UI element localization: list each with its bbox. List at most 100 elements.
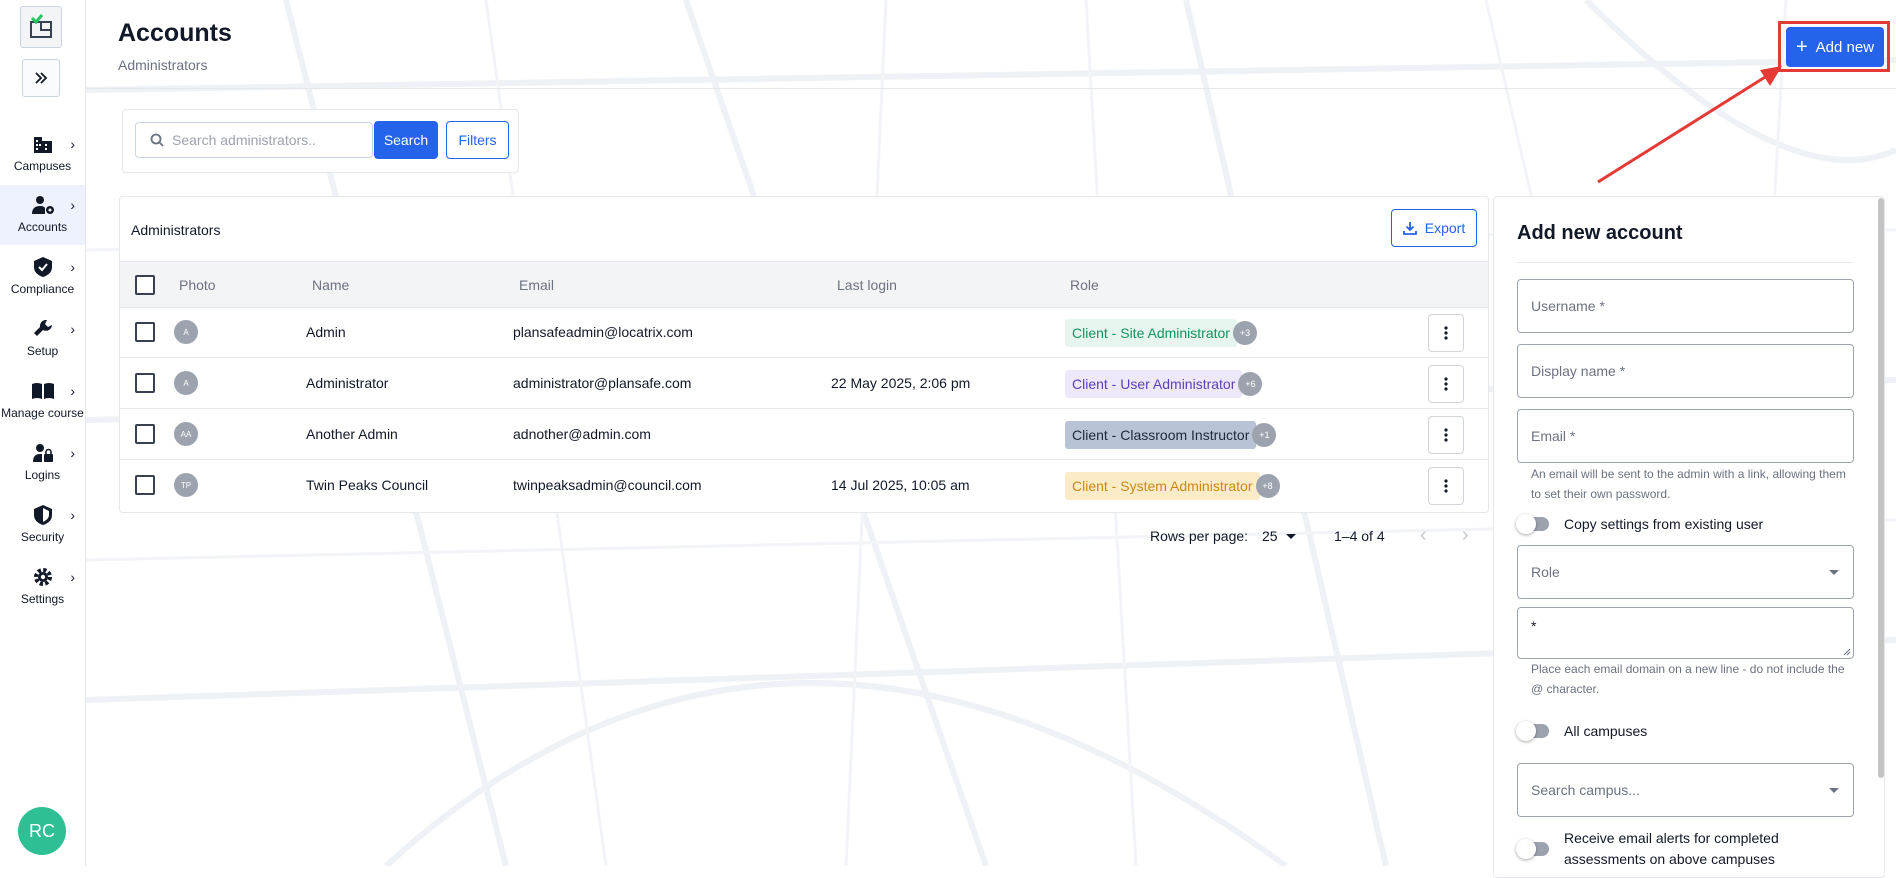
role-placeholder: Role xyxy=(1531,564,1560,580)
search-campus-placeholder: Search campus... xyxy=(1531,782,1640,798)
export-button[interactable]: Export xyxy=(1391,209,1477,247)
row-name: Another Admin xyxy=(306,426,398,442)
role-chip: Client - System Administrator xyxy=(1065,472,1260,500)
copy-settings-toggle[interactable] xyxy=(1516,514,1549,534)
row-last-login: 14 Jul 2025, 10:05 am xyxy=(831,477,970,493)
row-checkbox[interactable] xyxy=(135,424,155,444)
search-button[interactable]: Search xyxy=(374,121,438,159)
plus-icon: + xyxy=(1795,36,1808,58)
role-cell: Client - Site Administrator +3 xyxy=(1065,319,1257,347)
chevron-right-icon: › xyxy=(70,136,75,152)
sidebar-item-setup[interactable]: › Setup xyxy=(0,309,85,369)
chevron-right-icon: › xyxy=(70,569,75,585)
panel-scrollbar[interactable] xyxy=(1878,198,1884,778)
sidebar-item-security[interactable]: › Security xyxy=(0,495,85,555)
prev-page-icon[interactable]: ‹ xyxy=(1420,524,1427,547)
filters-button[interactable]: Filters xyxy=(446,121,509,159)
role-chip: Client - Site Administrator xyxy=(1065,319,1237,347)
select-all-checkbox[interactable] xyxy=(135,275,155,295)
avatar: AA xyxy=(174,422,198,446)
panel-title: Add new account xyxy=(1517,222,1683,244)
email-domains-textarea[interactable]: * xyxy=(1517,607,1854,659)
annotation-arrow xyxy=(1597,66,1782,184)
table-row[interactable]: AA Another Admin adnother@admin.com Clie… xyxy=(120,409,1488,460)
export-label: Export xyxy=(1424,220,1466,236)
row-name: Twin Peaks Council xyxy=(306,477,429,493)
more-vertical-icon xyxy=(1444,428,1448,442)
search-input[interactable]: Search administrators.. xyxy=(135,122,373,158)
sidebar-item-campuses[interactable]: › Campuses xyxy=(0,124,85,184)
sidebar-item-settings[interactable]: › Settings xyxy=(0,557,85,617)
avatar: A xyxy=(174,371,198,395)
row-actions-button[interactable] xyxy=(1428,416,1464,454)
avatar: A xyxy=(174,320,198,344)
column-role[interactable]: Role xyxy=(1070,277,1099,293)
building-icon xyxy=(33,137,52,153)
floorplan-logo-icon xyxy=(30,14,52,38)
table-title: Administrators xyxy=(131,222,221,238)
role-select[interactable]: Role xyxy=(1517,545,1854,599)
email-placeholder: Email * xyxy=(1531,428,1576,444)
sidebar: › Campuses › Accounts › Compliance › Set… xyxy=(0,0,86,866)
username-field[interactable]: Username * xyxy=(1517,279,1854,333)
rows-per-page-select[interactable]: 25 xyxy=(1262,528,1296,544)
email-alerts-toggle[interactable] xyxy=(1516,839,1549,859)
row-name: Admin xyxy=(306,324,346,340)
sidebar-item-logins[interactable]: › Logins xyxy=(0,433,85,493)
sidebar-item-label: Compliance xyxy=(10,282,75,296)
column-last-login[interactable]: Last login xyxy=(837,277,897,293)
role-chip: Client - User Administrator xyxy=(1065,370,1243,398)
add-new-button[interactable]: + Add new xyxy=(1786,27,1884,67)
caret-down-icon xyxy=(1829,788,1839,793)
app-logo[interactable] xyxy=(20,6,62,48)
row-checkbox[interactable] xyxy=(135,322,155,342)
rows-per-page-value: 25 xyxy=(1262,528,1278,544)
double-chevron-right-icon xyxy=(35,72,48,84)
role-more-badge[interactable]: +3 xyxy=(1232,321,1257,345)
search-panel: Search administrators.. Search Filters xyxy=(122,109,519,173)
search-campus-select[interactable]: Search campus... xyxy=(1517,763,1854,817)
chevron-right-icon: › xyxy=(70,445,75,461)
role-more-badge[interactable]: +8 xyxy=(1255,474,1280,498)
next-page-icon[interactable]: › xyxy=(1462,524,1469,547)
row-email: twinpeaksadmin@council.com xyxy=(513,477,702,493)
column-email[interactable]: Email xyxy=(519,277,554,293)
sidebar-item-label: Setup xyxy=(26,344,59,358)
role-cell: Client - System Administrator +8 xyxy=(1065,472,1280,500)
table-row[interactable]: A Administrator administrator@plansafe.c… xyxy=(120,358,1488,409)
row-checkbox[interactable] xyxy=(135,373,155,393)
user-avatar[interactable]: RC xyxy=(18,807,66,855)
display-name-placeholder: Display name * xyxy=(1531,363,1626,379)
email-help-text: An email will be sent to the admin with … xyxy=(1531,467,1846,501)
email-field[interactable]: Email * xyxy=(1517,409,1854,463)
table-row[interactable]: A Admin plansafeadmin@locatrix.com Clien… xyxy=(120,307,1488,358)
row-actions-button[interactable] xyxy=(1428,467,1464,505)
sidebar-item-accounts[interactable]: › Accounts xyxy=(0,185,85,245)
rows-per-page-label: Rows per page: xyxy=(1150,528,1249,544)
sidebar-item-manage-course[interactable]: › Manage course xyxy=(0,371,85,431)
role-more-badge[interactable]: +1 xyxy=(1252,423,1277,447)
row-actions-button[interactable] xyxy=(1428,314,1464,352)
download-icon xyxy=(1402,222,1417,235)
search-icon xyxy=(150,133,164,147)
username-placeholder: Username * xyxy=(1531,298,1605,314)
row-actions-button[interactable] xyxy=(1428,365,1464,403)
more-vertical-icon xyxy=(1444,326,1448,340)
sidebar-item-label: Security xyxy=(20,530,65,544)
all-campuses-toggle[interactable] xyxy=(1516,721,1549,741)
row-email: administrator@plansafe.com xyxy=(513,375,692,391)
expand-sidebar-button[interactable] xyxy=(22,59,60,97)
row-checkbox[interactable] xyxy=(135,475,155,495)
shield-check-icon xyxy=(33,257,52,277)
breadcrumb: Administrators xyxy=(118,57,208,73)
pagination-range: 1–4 of 4 xyxy=(1334,528,1385,544)
display-name-field[interactable]: Display name * xyxy=(1517,344,1854,398)
email-domains-value: * xyxy=(1531,618,1537,634)
role-cell: Client - Classroom Instructor +1 xyxy=(1065,421,1277,449)
resize-handle-icon[interactable] xyxy=(1843,648,1851,656)
column-name[interactable]: Name xyxy=(312,277,349,293)
role-more-badge[interactable]: +6 xyxy=(1238,372,1263,396)
table-row[interactable]: TP Twin Peaks Council twinpeaksadmin@cou… xyxy=(120,460,1488,510)
sidebar-item-compliance[interactable]: › Compliance xyxy=(0,247,85,307)
column-photo: Photo xyxy=(179,277,216,293)
